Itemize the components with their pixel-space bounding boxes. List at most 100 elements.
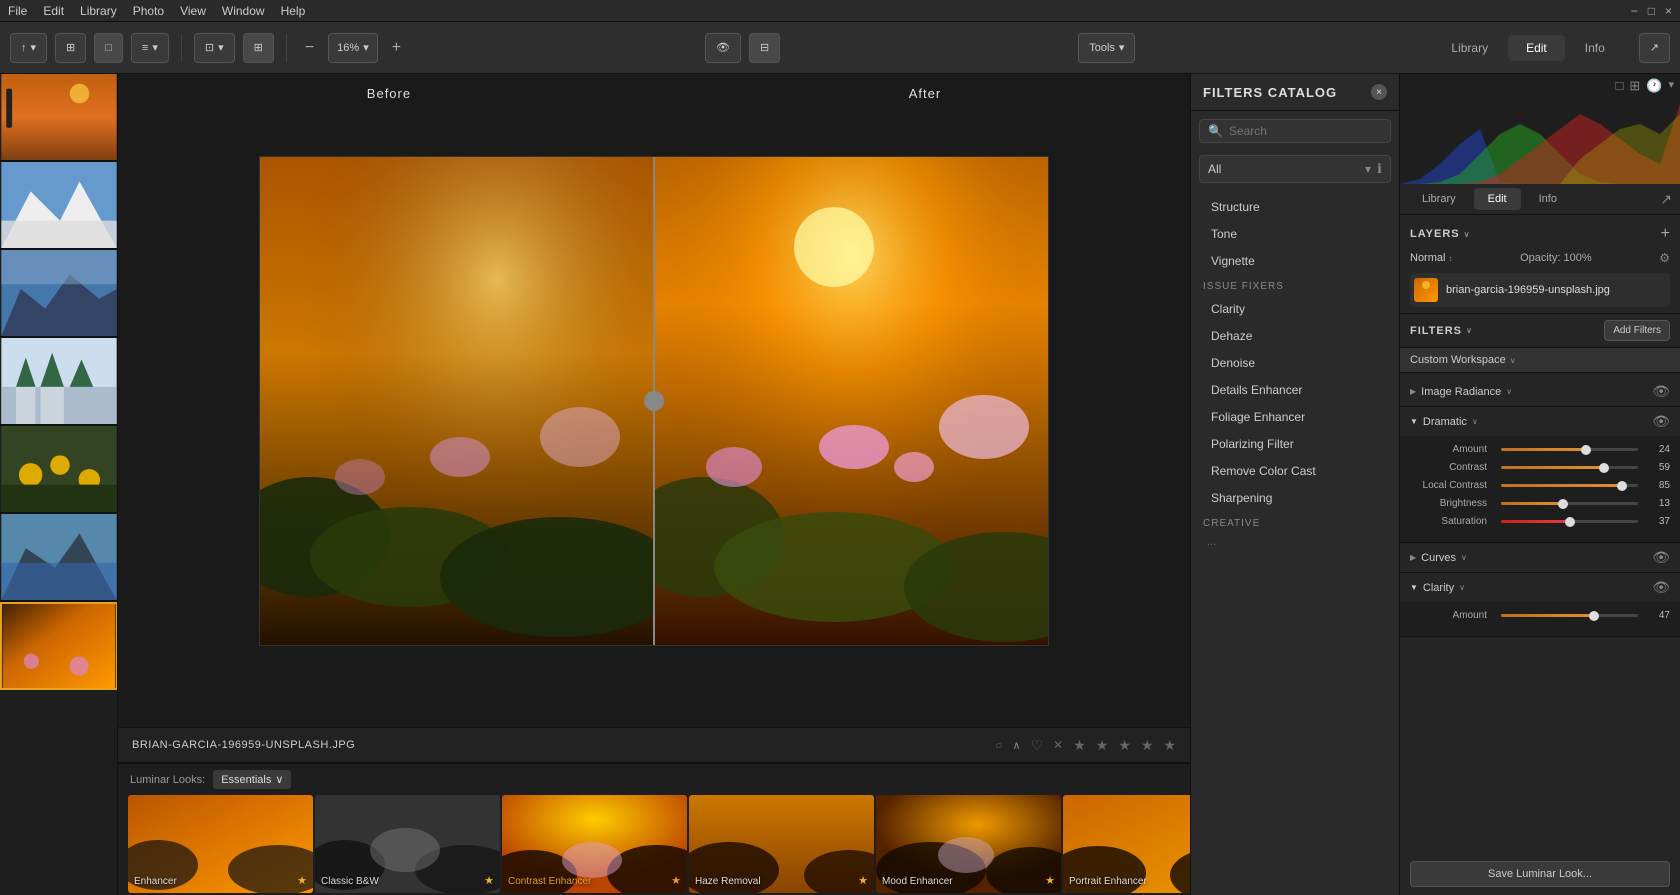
zoom-out-button[interactable]: − (299, 37, 320, 59)
reject-icon[interactable]: ✕ (1053, 738, 1063, 752)
filter-item-structure[interactable]: Structure (1195, 194, 1395, 220)
right-tab-info[interactable]: Info (1525, 188, 1571, 210)
split-handle[interactable] (644, 391, 664, 411)
menu-library[interactable]: Library (80, 4, 117, 18)
filters-close-btn[interactable]: × (1371, 84, 1387, 100)
filter-dropdown[interactable]: All ▾ ℹ (1199, 155, 1391, 183)
star-5[interactable]: ★ (1163, 737, 1176, 754)
slider-thumb-contrast[interactable] (1599, 463, 1609, 473)
filter-item-vignette[interactable]: Vignette (1195, 248, 1395, 274)
slider-thumb-saturation[interactable] (1565, 517, 1575, 527)
filter-group-radiance-header[interactable]: ▶ Image Radiance ∨ 👁 (1400, 377, 1680, 406)
filter-item-dehaze[interactable]: Dehaze (1195, 323, 1395, 349)
menu-window[interactable]: Window (222, 4, 265, 18)
looks-category-btn[interactable]: Essentials ∨ (213, 770, 291, 789)
slider-track-local-contrast[interactable] (1501, 484, 1638, 487)
list-view-button[interactable]: ≡ ▾ (131, 33, 169, 63)
look-item-bw[interactable]: Classic B&W ★ (315, 795, 500, 893)
gear-icon[interactable]: ⚙ (1659, 251, 1670, 265)
filter-item-foliage[interactable]: Foliage Enhancer (1195, 404, 1395, 430)
filmstrip-thumb-6[interactable] (0, 514, 118, 602)
look-item-contrast[interactable]: Contrast Enhancer ★ (502, 795, 687, 893)
slider-track-saturation[interactable] (1501, 520, 1638, 523)
filter-item-sharpening[interactable]: Sharpening (1195, 485, 1395, 511)
filter-group-curves-header[interactable]: ▶ Curves ∨ 👁 (1400, 543, 1680, 572)
split-button[interactable]: ⊟ (749, 33, 780, 63)
look-item-enhancer[interactable]: Enhancer ★ (128, 795, 313, 893)
crop-button[interactable]: ⊡ ▾ (194, 33, 235, 63)
chevron-up[interactable]: ∧ (1013, 739, 1021, 752)
visibility-dramatic[interactable]: 👁 (1652, 413, 1670, 430)
filter-item-polarizing[interactable]: Polarizing Filter (1195, 431, 1395, 457)
visibility-clarity[interactable]: 👁 (1652, 579, 1670, 596)
filmstrip-thumb-5[interactable] (0, 426, 118, 514)
hist-icon-3[interactable]: 🕐 (1646, 78, 1662, 94)
filmstrip-thumb-4[interactable] (0, 338, 118, 426)
window-minimize[interactable]: − (1631, 4, 1638, 18)
star-4[interactable]: ★ (1141, 737, 1154, 754)
right-tab-edit[interactable]: Edit (1474, 188, 1521, 210)
filter-group-dramatic-header[interactable]: ▼ Dramatic ∨ 👁 (1400, 407, 1680, 436)
look-star-1[interactable]: ★ (297, 874, 307, 887)
compare-button[interactable]: ⊞ (243, 33, 274, 63)
filmstrip-thumb-3[interactable] (0, 250, 118, 338)
slider-thumb-brightness[interactable] (1558, 499, 1568, 509)
filter-item-clarity[interactable]: Clarity (1195, 296, 1395, 322)
menu-file[interactable]: File (8, 4, 27, 18)
hist-icon-2[interactable]: ⊞ (1629, 78, 1640, 94)
filter-item-colorcast[interactable]: Remove Color Cast (1195, 458, 1395, 484)
tab-info[interactable]: Info (1567, 35, 1623, 61)
slider-thumb-local-contrast[interactable] (1617, 481, 1627, 491)
heart-icon[interactable]: ♡ (1031, 737, 1044, 754)
look-star-5[interactable]: ★ (1045, 874, 1055, 887)
star-3[interactable]: ★ (1118, 737, 1131, 754)
eye-button[interactable]: 👁 (705, 33, 741, 63)
hist-chevron[interactable]: ▾ (1668, 78, 1674, 94)
flag-icon[interactable]: ○ (995, 738, 1002, 752)
layers-add-btn[interactable]: + (1661, 225, 1670, 243)
filmstrip-thumb-2[interactable] (0, 162, 118, 250)
menu-edit[interactable]: Edit (43, 4, 64, 18)
add-filters-btn[interactable]: Add Filters (1604, 320, 1670, 341)
menu-photo[interactable]: Photo (133, 4, 164, 18)
look-item-mood[interactable]: Mood Enhancer ★ (876, 795, 1061, 893)
search-input[interactable] (1229, 124, 1382, 138)
layer-item[interactable]: brian-garcia-196959-unsplash.jpg (1410, 273, 1670, 307)
right-tab-library[interactable]: Library (1408, 188, 1470, 210)
slider-track-clarity-amount[interactable] (1501, 614, 1638, 617)
menu-view[interactable]: View (180, 4, 206, 18)
tab-library[interactable]: Library (1433, 35, 1506, 61)
share-button[interactable]: ↗ (1639, 33, 1670, 63)
info-icon[interactable]: ℹ (1377, 161, 1382, 177)
zoom-in-button[interactable]: + (386, 37, 407, 59)
save-look-btn[interactable]: Save Luminar Look... (1410, 861, 1670, 887)
slider-track-brightness[interactable] (1501, 502, 1638, 505)
look-item-haze[interactable]: Haze Removal ★ (689, 795, 874, 893)
window-close[interactable]: × (1665, 4, 1672, 18)
look-star-4[interactable]: ★ (858, 874, 868, 887)
visibility-curves[interactable]: 👁 (1652, 549, 1670, 566)
filmstrip-thumb-1[interactable] (0, 74, 118, 162)
slider-thumb-amount[interactable] (1581, 445, 1591, 455)
filter-group-clarity-header[interactable]: ▼ Clarity ∨ 👁 (1400, 573, 1680, 602)
slider-track-contrast[interactable] (1501, 466, 1638, 469)
import-button[interactable]: ↑ ▾ (10, 33, 47, 63)
look-star-2[interactable]: ★ (484, 874, 494, 887)
slider-thumb-clarity-amount[interactable] (1589, 611, 1599, 621)
menu-help[interactable]: Help (281, 4, 306, 18)
filter-item-denoise[interactable]: Denoise (1195, 350, 1395, 376)
tools-button[interactable]: Tools ▾ (1078, 33, 1135, 63)
star-2[interactable]: ★ (1096, 737, 1109, 754)
slider-track-amount[interactable] (1501, 448, 1638, 451)
share-out-icon[interactable]: ↗ (1660, 191, 1672, 208)
filmstrip-thumb-7[interactable] (0, 602, 118, 690)
window-maximize[interactable]: □ (1648, 4, 1655, 18)
look-star-3[interactable]: ★ (671, 874, 681, 887)
filter-item-details[interactable]: Details Enhancer (1195, 377, 1395, 403)
star-1[interactable]: ★ (1073, 737, 1086, 754)
single-view-button[interactable]: □ (94, 33, 123, 63)
tab-edit[interactable]: Edit (1508, 35, 1565, 61)
look-item-portrait[interactable]: Portrait Enhancer ★ (1063, 795, 1190, 893)
blend-mode-btn[interactable]: Normal ↕ (1410, 252, 1452, 264)
grid-view-button[interactable]: ⊞ (55, 33, 86, 63)
